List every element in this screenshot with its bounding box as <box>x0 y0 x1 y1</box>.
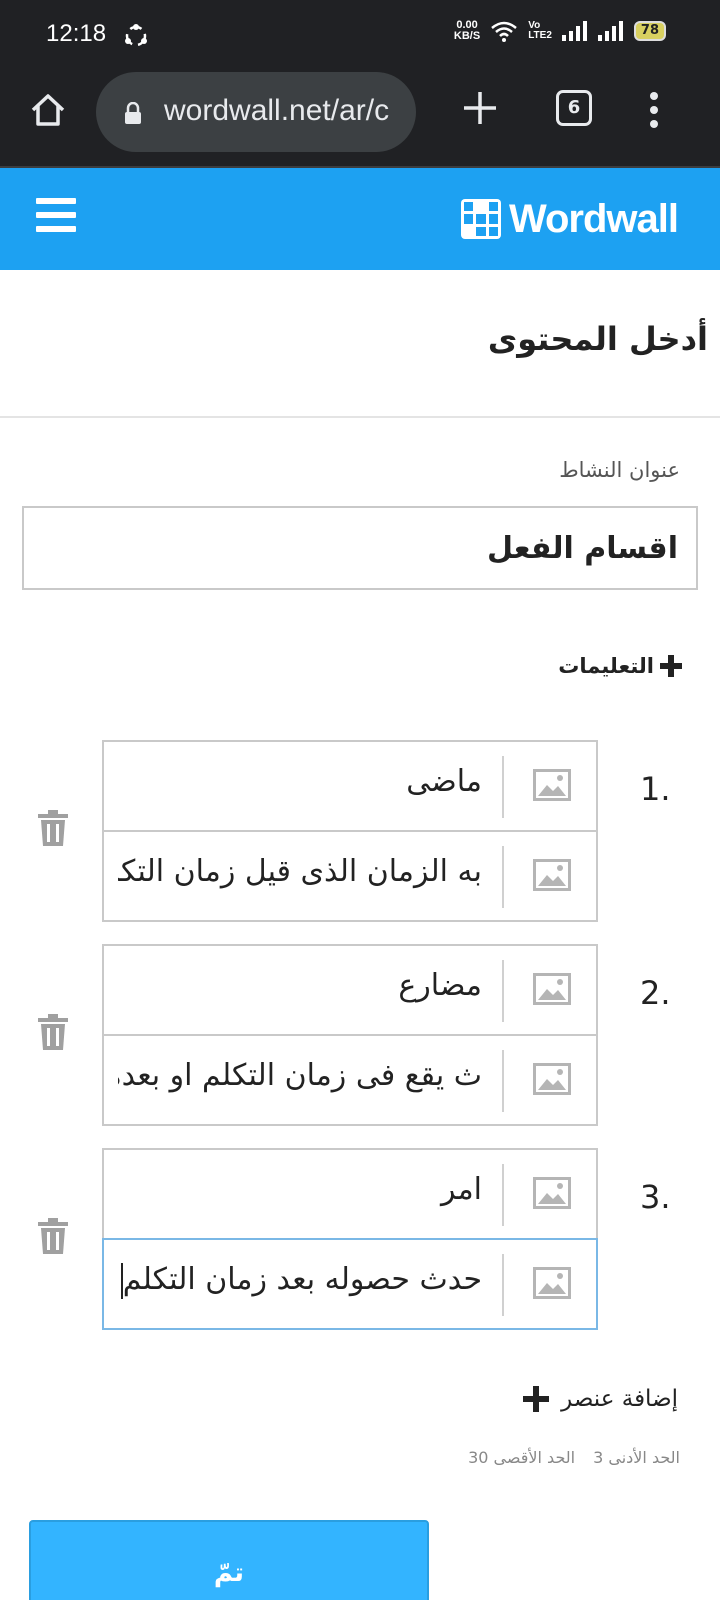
item-number: 1. <box>640 770 671 808</box>
status-indicators: 0.00 KB/S Vo LTE2 78 <box>454 20 666 42</box>
overflow-menu-icon[interactable] <box>648 92 660 128</box>
trash-icon[interactable] <box>38 1218 68 1254</box>
divider <box>0 416 720 418</box>
image-icon[interactable] <box>532 1176 572 1210</box>
hamburger-menu-icon[interactable] <box>36 198 76 238</box>
definition-text: حدث حصوله بعد زمان التكلم <box>122 1262 482 1297</box>
separator <box>502 756 504 818</box>
item-number: 3. <box>640 1178 671 1216</box>
status-bar: 12:18 0.00 KB/S Vo LTE2 78 <box>0 0 720 66</box>
status-time: 12:18 <box>46 20 107 47</box>
separator <box>502 846 504 908</box>
image-icon[interactable] <box>532 858 572 892</box>
separator <box>502 1164 504 1226</box>
logo-grid-icon <box>460 199 501 239</box>
definition-text-wrap: حدث حصوله بعد زمان التكلم <box>118 1262 482 1299</box>
list-item: 2. مضارع ث يقع فى زمان التكلم او بعده <box>0 944 720 1128</box>
term-field[interactable]: امر <box>102 1148 598 1240</box>
volte-indicator: Vo LTE2 <box>528 21 552 41</box>
separator <box>502 960 504 1022</box>
wordwall-logo[interactable]: Wordwall <box>460 196 679 241</box>
add-item-button[interactable]: إضافة عنصر <box>523 1386 678 1412</box>
home-icon[interactable] <box>28 90 68 130</box>
definition-field[interactable]: ث يقع فى زمان التكلم او بعده <box>102 1034 598 1126</box>
plus-icon <box>523 1386 550 1412</box>
trash-icon[interactable] <box>38 1014 68 1050</box>
max-label: الحد الأقصى 30 <box>468 1448 576 1467</box>
plus-icon <box>660 655 682 677</box>
activity-title-label: عنوان النشاط <box>559 458 680 482</box>
wifi-icon <box>491 21 517 42</box>
item-number: 2. <box>640 974 671 1012</box>
list-item: 1. ماضى به الزمان الذى قيل زمان التكلم <box>0 740 720 924</box>
instructions-label: التعليمات <box>558 654 654 678</box>
trash-icon[interactable] <box>38 810 68 846</box>
min-label: الحد الأدنى 3 <box>593 1448 680 1467</box>
url-bar[interactable]: wordwall.net/ar/c <box>96 72 416 152</box>
definition-field[interactable]: حدث حصوله بعد زمان التكلم <box>102 1238 598 1330</box>
term-text: مضارع <box>398 968 482 1003</box>
volte-bottom: LTE2 <box>528 30 552 41</box>
term-field[interactable]: مضارع <box>102 944 598 1036</box>
image-icon[interactable] <box>532 1062 572 1096</box>
url-text: wordwall.net/ar/c <box>164 94 390 127</box>
done-button[interactable]: تمّ <box>29 1520 429 1600</box>
separator <box>502 1050 504 1112</box>
add-instructions-button[interactable]: التعليمات <box>558 654 682 678</box>
term-text: امر <box>441 1172 482 1207</box>
lock-icon <box>125 102 141 124</box>
item-limits: الحد الأدنى 3 الحد الأقصى 30 <box>468 1448 680 1467</box>
battery-indicator: 78 <box>633 21 666 41</box>
definition-text: به الزمان الذى قيل زمان التكلم <box>118 854 482 889</box>
list-item: 3. امر حدث حصوله بعد زمان التكلم <box>0 1148 720 1332</box>
activity-title-input[interactable] <box>22 506 698 590</box>
definition-text: ث يقع فى زمان التكلم او بعده <box>118 1058 482 1093</box>
image-icon[interactable] <box>532 972 572 1006</box>
term-field[interactable]: ماضى <box>102 740 598 832</box>
sync-icon <box>125 24 147 47</box>
net-speed-unit: KB/S <box>453 30 481 42</box>
definition-field[interactable]: به الزمان الذى قيل زمان التكلم <box>102 830 598 922</box>
new-tab-icon[interactable] <box>462 90 498 126</box>
signal-icon-2 <box>597 21 623 41</box>
signal-icon <box>561 21 587 41</box>
separator <box>502 1254 504 1316</box>
logo-text: Wordwall <box>508 196 679 241</box>
tab-switcher-button[interactable]: 6 <box>556 90 592 126</box>
add-item-label: إضافة عنصر <box>561 1386 678 1412</box>
image-icon[interactable] <box>532 1266 572 1300</box>
net-speed: 0.00 KB/S <box>454 20 480 42</box>
term-text: ماضى <box>406 764 482 799</box>
browser-toolbar: wordwall.net/ar/c 6 <box>0 66 720 168</box>
page-title: أدخل المحتوى <box>487 320 708 358</box>
image-icon[interactable] <box>532 768 572 802</box>
app-header: Wordwall <box>0 168 720 270</box>
